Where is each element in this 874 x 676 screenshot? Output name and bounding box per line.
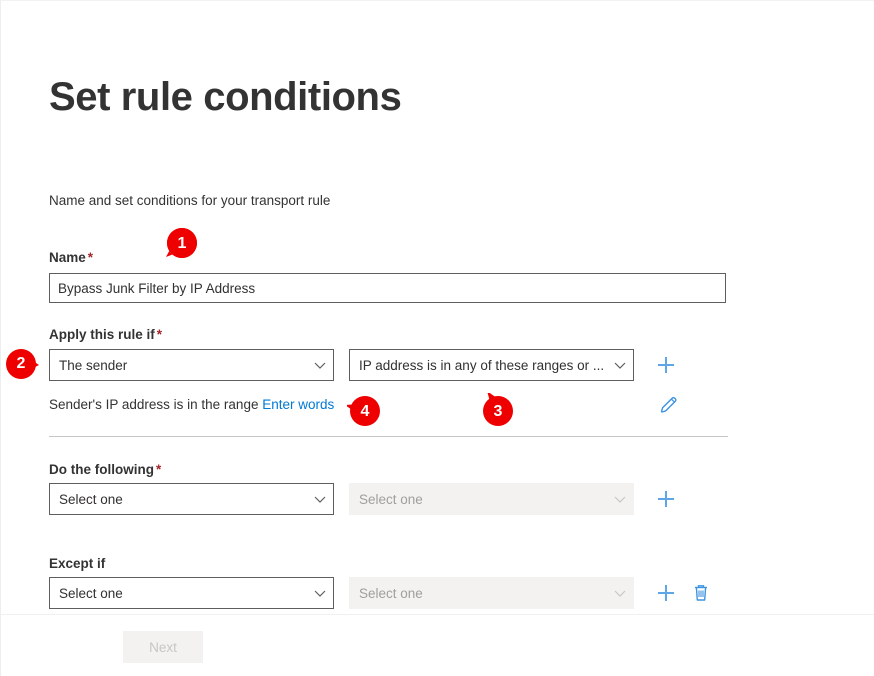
edit-pencil-icon[interactable]	[654, 391, 682, 419]
callout-badge-2: 2	[5, 347, 39, 381]
callout-badge-3: 3	[481, 393, 515, 427]
apply-rule-required-asterisk: *	[156, 327, 163, 342]
chevron-down-icon	[613, 358, 627, 372]
except-if-label: Except if	[49, 556, 105, 571]
condition-prefix-text: Sender's IP address is in the range	[49, 397, 259, 412]
page-subtitle: Name and set conditions for your transpo…	[49, 193, 331, 208]
apply-rule-secondary-value: IP address is in any of these ranges or …	[359, 357, 605, 373]
apply-rule-primary-value: The sender	[59, 357, 128, 373]
rule-name-input[interactable]	[49, 273, 726, 303]
do-following-primary-value: Select one	[59, 491, 123, 507]
except-if-delete-button[interactable]	[688, 580, 714, 606]
do-following-secondary-dropdown[interactable]: Select one	[349, 483, 634, 515]
condition-description-text: Sender's IP address is in the range Ente…	[49, 395, 334, 415]
page-title: Set rule conditions	[49, 75, 402, 119]
name-label-text: Name	[49, 250, 86, 265]
section-divider	[49, 436, 728, 437]
chevron-down-icon	[313, 586, 327, 600]
footer-divider	[1, 614, 874, 615]
apply-rule-label: Apply this rule if *	[49, 327, 162, 342]
do-following-secondary-value: Select one	[359, 491, 423, 507]
callout-badge-1: 1	[165, 227, 199, 261]
do-following-add-button[interactable]	[653, 486, 679, 512]
next-button[interactable]: Next	[123, 631, 203, 663]
do-following-required-asterisk: *	[155, 462, 162, 477]
apply-rule-primary-dropdown[interactable]: The sender	[49, 349, 334, 381]
except-if-primary-value: Select one	[59, 585, 123, 601]
do-following-primary-dropdown[interactable]: Select one	[49, 483, 334, 515]
apply-rule-label-text: Apply this rule if	[49, 327, 155, 342]
enter-words-link[interactable]: Enter words	[262, 397, 334, 412]
do-following-label: Do the following *	[49, 462, 161, 477]
rule-conditions-panel: Set rule conditions Name and set conditi…	[0, 0, 874, 676]
form-content: Set rule conditions Name and set conditi…	[49, 1, 849, 614]
apply-rule-secondary-dropdown[interactable]: IP address is in any of these ranges or …	[349, 349, 634, 381]
chevron-down-icon	[613, 586, 627, 600]
except-if-secondary-dropdown[interactable]: Select one	[349, 577, 634, 609]
chevron-down-icon	[313, 492, 327, 506]
condition-description-row: Sender's IP address is in the range Ente…	[49, 395, 729, 419]
except-if-label-text: Except if	[49, 556, 106, 571]
except-if-primary-dropdown[interactable]: Select one	[49, 577, 334, 609]
do-following-label-text: Do the following	[49, 462, 154, 477]
chevron-down-icon	[313, 358, 327, 372]
except-if-secondary-value: Select one	[359, 585, 423, 601]
name-required-asterisk: *	[87, 250, 94, 265]
apply-rule-add-button[interactable]	[653, 352, 679, 378]
except-if-add-button[interactable]	[653, 580, 679, 606]
callout-badge-4: 4	[347, 393, 381, 427]
chevron-down-icon	[613, 492, 627, 506]
name-field-label: Name *	[49, 250, 93, 265]
